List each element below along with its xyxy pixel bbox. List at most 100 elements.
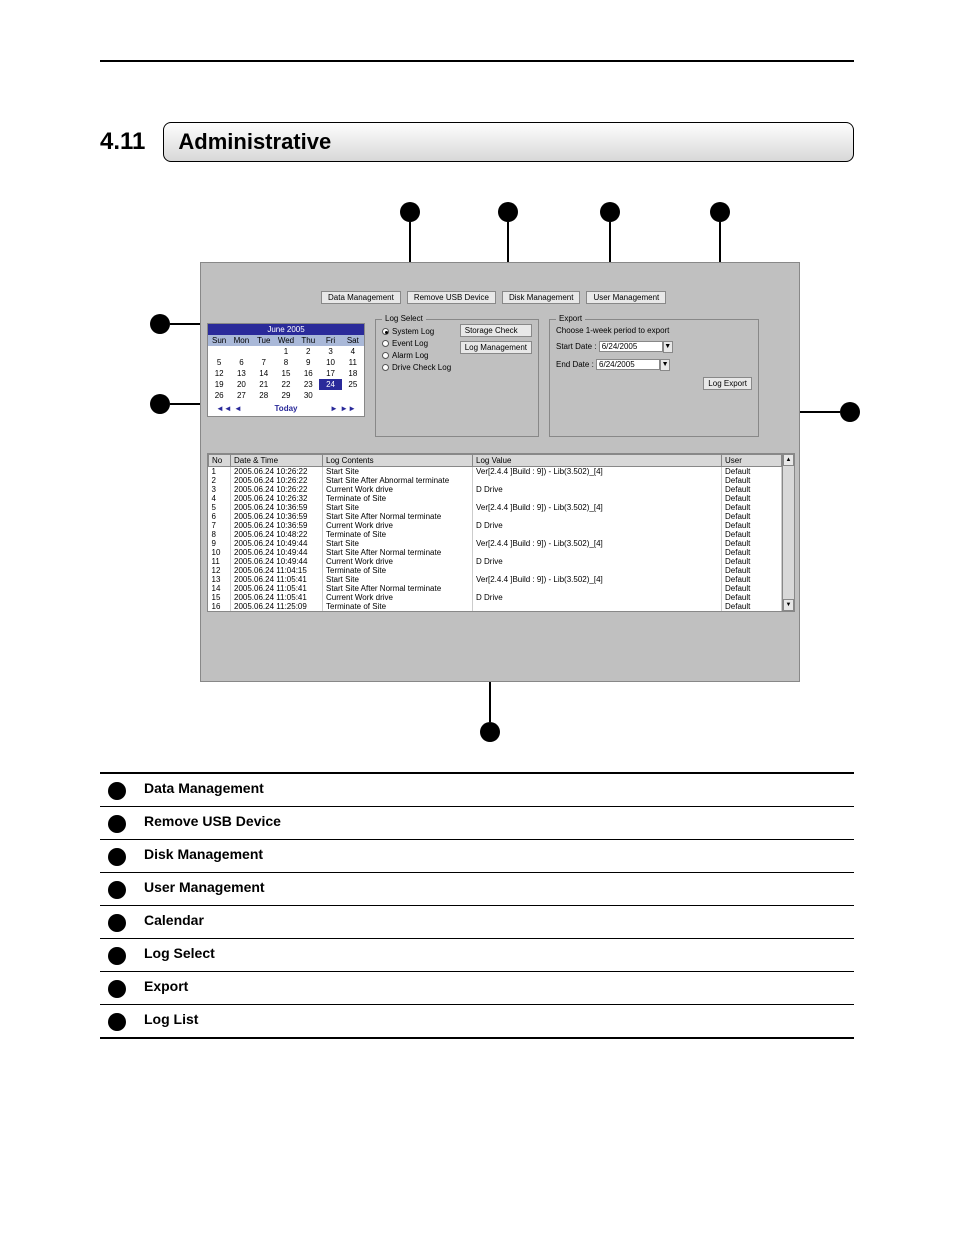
bullet-icon xyxy=(108,1013,126,1031)
calendar-day[interactable]: 24 xyxy=(319,379,341,390)
radio-system-log[interactable]: System Log xyxy=(382,327,456,336)
callout-legend: Data ManagementRemove USB DeviceDisk Man… xyxy=(100,772,854,1039)
col-user[interactable]: User xyxy=(722,455,782,467)
table-row[interactable]: 62005.06.24 10:36:59Start Site After Nor… xyxy=(209,512,794,521)
col-no[interactable]: No xyxy=(209,455,231,467)
bullet-icon xyxy=(108,914,126,932)
legend-label: Log Select xyxy=(144,945,215,961)
table-row[interactable]: 72005.06.24 10:36:59Current Work driveD … xyxy=(209,521,794,530)
export-title: Export xyxy=(556,314,585,323)
table-row[interactable]: 22005.06.24 10:26:22Start Site After Abn… xyxy=(209,476,794,485)
export-group: Export Choose 1-week period to export St… xyxy=(549,319,759,437)
table-row[interactable]: 42005.06.24 10:26:32Terminate of SiteDef… xyxy=(209,494,794,503)
tab-user-management[interactable]: User Management xyxy=(586,291,666,304)
col-datetime[interactable]: Date & Time xyxy=(231,455,323,467)
radio-drive-check-log[interactable]: Drive Check Log xyxy=(382,363,456,372)
tab-remove-usb[interactable]: Remove USB Device xyxy=(407,291,496,304)
section-title: Administrative xyxy=(163,122,854,162)
storage-check-button[interactable]: Storage Check xyxy=(460,324,532,337)
table-row[interactable]: 162005.06.24 11:25:09Terminate of SiteDe… xyxy=(209,602,794,611)
bullet-icon xyxy=(108,782,126,800)
calendar-day[interactable]: 13 xyxy=(230,368,252,379)
table-row[interactable]: 142005.06.24 11:05:41Start Site After No… xyxy=(209,584,794,593)
calendar-day[interactable]: 7 xyxy=(253,357,275,368)
calendar-day[interactable] xyxy=(342,390,364,401)
log-select-title: Log Select xyxy=(382,314,426,323)
cal-next-icon[interactable]: ► ►► xyxy=(330,404,356,413)
bullet-icon xyxy=(108,980,126,998)
calendar-day[interactable]: 26 xyxy=(208,390,230,401)
admin-panel-screenshot: Data Management Remove USB Device Disk M… xyxy=(200,262,800,682)
calendar-day[interactable] xyxy=(319,390,341,401)
legend-label: Remove USB Device xyxy=(144,813,281,829)
cal-prev-icon[interactable]: ◄◄ ◄ xyxy=(216,404,242,413)
calendar-day[interactable]: 9 xyxy=(297,357,319,368)
radio-event-log[interactable]: Event Log xyxy=(382,339,456,348)
table-row[interactable]: 52005.06.24 10:36:59Start SiteVer[2.4.4 … xyxy=(209,503,794,512)
calendar-day[interactable] xyxy=(230,346,252,357)
table-row[interactable]: 132005.06.24 11:05:41Start SiteVer[2.4.4… xyxy=(209,575,794,584)
calendar-day[interactable]: 23 xyxy=(297,379,319,390)
calendar-day[interactable]: 29 xyxy=(275,390,297,401)
table-row[interactable]: 82005.06.24 10:48:22Terminate of SiteDef… xyxy=(209,530,794,539)
calendar-day[interactable]: 3 xyxy=(319,346,341,357)
scrollbar[interactable]: ▲ ▼ xyxy=(782,454,794,611)
table-row[interactable]: 92005.06.24 10:49:44Start SiteVer[2.4.4 … xyxy=(209,539,794,548)
calendar-day[interactable]: 2 xyxy=(297,346,319,357)
tab-data-management[interactable]: Data Management xyxy=(321,291,401,304)
scroll-down-icon[interactable]: ▼ xyxy=(783,599,794,611)
start-date-field[interactable]: 6/24/2005 xyxy=(599,341,663,352)
calendar-today-button[interactable]: Today xyxy=(275,404,298,413)
tab-disk-management[interactable]: Disk Management xyxy=(502,291,580,304)
table-row[interactable]: 152005.06.24 11:05:41Current Work driveD… xyxy=(209,593,794,602)
dropdown-icon[interactable]: ▼ xyxy=(660,359,670,371)
log-export-button[interactable]: Log Export xyxy=(703,377,752,390)
calendar-day[interactable]: 19 xyxy=(208,379,230,390)
log-list-table: No Date & Time Log Contents Log Value Us… xyxy=(207,453,795,612)
calendar-day[interactable]: 12 xyxy=(208,368,230,379)
calendar-day[interactable]: 14 xyxy=(253,368,275,379)
table-row[interactable]: 12005.06.24 10:26:22Start SiteVer[2.4.4 … xyxy=(209,467,794,477)
calendar[interactable]: June 2005 SunMonTueWedThuFriSat 12345678… xyxy=(207,323,365,417)
calendar-day[interactable] xyxy=(208,346,230,357)
calendar-nav[interactable]: ◄◄ ◄ Today ► ►► xyxy=(208,401,364,416)
radio-alarm-log[interactable]: Alarm Log xyxy=(382,351,456,360)
calendar-day[interactable]: 21 xyxy=(253,379,275,390)
log-management-button[interactable]: Log Management xyxy=(460,341,532,354)
calendar-day[interactable]: 1 xyxy=(275,346,297,357)
calendar-day[interactable]: 30 xyxy=(297,390,319,401)
legend-item: Export xyxy=(100,972,854,1005)
calendar-day[interactable]: 22 xyxy=(275,379,297,390)
calendar-day[interactable]: 11 xyxy=(342,357,364,368)
legend-item: User Management xyxy=(100,873,854,906)
calendar-day[interactable]: 27 xyxy=(230,390,252,401)
end-date-label: End Date : xyxy=(556,360,594,369)
calendar-day[interactable]: 16 xyxy=(297,368,319,379)
calendar-day[interactable]: 20 xyxy=(230,379,252,390)
calendar-day[interactable]: 6 xyxy=(230,357,252,368)
table-row[interactable]: 32005.06.24 10:26:22Current Work driveD … xyxy=(209,485,794,494)
calendar-day[interactable]: 10 xyxy=(319,357,341,368)
calendar-day[interactable]: 4 xyxy=(342,346,364,357)
legend-label: User Management xyxy=(144,879,265,895)
calendar-day[interactable] xyxy=(253,346,275,357)
legend-label: Log List xyxy=(144,1011,198,1027)
table-row[interactable]: 102005.06.24 10:49:44Start Site After No… xyxy=(209,548,794,557)
legend-item: Calendar xyxy=(100,906,854,939)
calendar-day[interactable]: 8 xyxy=(275,357,297,368)
legend-item: Data Management xyxy=(100,774,854,807)
calendar-day[interactable]: 5 xyxy=(208,357,230,368)
end-date-field[interactable]: 6/24/2005 xyxy=(596,359,660,370)
col-value[interactable]: Log Value xyxy=(473,455,722,467)
calendar-day[interactable]: 15 xyxy=(275,368,297,379)
dropdown-icon[interactable]: ▼ xyxy=(663,341,673,353)
calendar-day[interactable]: 18 xyxy=(342,368,364,379)
scroll-up-icon[interactable]: ▲ xyxy=(783,454,794,466)
annotated-screenshot: Data Management Remove USB Device Disk M… xyxy=(100,202,854,742)
calendar-day[interactable]: 28 xyxy=(253,390,275,401)
table-row[interactable]: 122005.06.24 11:04:15Terminate of SiteDe… xyxy=(209,566,794,575)
table-row[interactable]: 112005.06.24 10:49:44Current Work driveD… xyxy=(209,557,794,566)
col-contents[interactable]: Log Contents xyxy=(323,455,473,467)
calendar-day[interactable]: 25 xyxy=(342,379,364,390)
calendar-day[interactable]: 17 xyxy=(319,368,341,379)
